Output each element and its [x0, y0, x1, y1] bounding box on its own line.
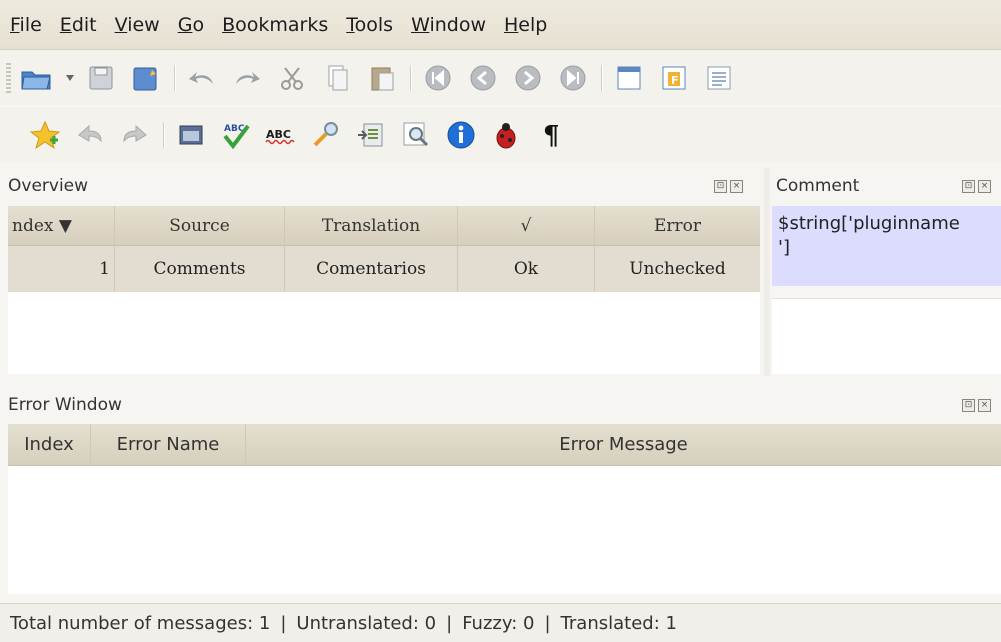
pilcrow-icon[interactable]: ¶	[534, 118, 568, 152]
document-lines-icon[interactable]	[702, 61, 736, 95]
cell-error: Unchecked	[629, 259, 726, 279]
column-header-check[interactable]: √	[458, 206, 595, 245]
float-panel-icon[interactable]: ⊡	[962, 180, 975, 193]
fuzzy-count: 0	[523, 612, 535, 634]
column-header-error-index[interactable]: Index	[8, 424, 91, 465]
untranslated-count: 0	[424, 612, 437, 634]
close-panel-icon[interactable]: ×	[730, 180, 743, 193]
translated-count: 1	[665, 612, 677, 634]
open-folder-icon[interactable]	[19, 61, 53, 95]
cut-icon[interactable]	[275, 61, 309, 95]
error-window-title: Error Window	[8, 395, 122, 415]
menu-tools[interactable]: Tools	[346, 14, 393, 36]
zoom-search-icon[interactable]	[399, 118, 433, 152]
glossary-icon[interactable]	[354, 118, 388, 152]
table-row[interactable]: 1 Comments Comentarios Ok Unchecked	[8, 246, 760, 292]
menu-window[interactable]: Window	[411, 14, 486, 36]
menubar: File Edit View Go Bookmarks Tools Window…	[0, 0, 1001, 50]
cell-source: Comments	[115, 246, 285, 292]
last-entry-icon[interactable]	[556, 61, 590, 95]
next-bookmark-icon[interactable]	[118, 118, 152, 152]
svg-text:ABC: ABC	[266, 128, 291, 141]
overview-title: Overview	[8, 176, 89, 196]
overview-table: ndex ▼ Source Translation √ Error 1 Comm…	[8, 206, 760, 374]
open-dropdown-icon[interactable]	[64, 61, 76, 95]
column-header-translation[interactable]: Translation	[285, 206, 458, 245]
status-separator: |	[280, 612, 287, 634]
total-label: Total number of messages:	[10, 612, 254, 634]
column-header-index[interactable]: ndex ▼	[8, 206, 115, 245]
menu-edit[interactable]: Edit	[60, 14, 97, 36]
cell-translation: Comentarios	[285, 246, 458, 292]
toolbar-separator	[601, 64, 603, 91]
comment-title: Comment	[776, 176, 860, 196]
menu-bookmarks[interactable]: Bookmarks	[222, 14, 328, 36]
toolbar-grip[interactable]	[6, 62, 11, 93]
first-entry-icon[interactable]	[421, 61, 455, 95]
float-panel-icon[interactable]: ⊡	[962, 399, 975, 412]
fuzzy-label: Fuzzy:	[462, 612, 518, 634]
paste-icon[interactable]	[365, 61, 399, 95]
undo-icon[interactable]	[185, 61, 219, 95]
comment-text: $string['pluginname ']	[772, 206, 1001, 286]
close-panel-icon[interactable]: ×	[978, 180, 991, 193]
column-header-source[interactable]: Source	[115, 206, 285, 245]
menu-file[interactable]: File	[10, 14, 42, 36]
cell-index: 1	[8, 246, 115, 292]
svg-text:¶: ¶	[543, 121, 560, 150]
main-toolbar: F	[0, 50, 1001, 105]
comment-dock-buttons: ⊡ ×	[962, 180, 991, 193]
status-separator: |	[544, 612, 551, 634]
spellcheck-underline-icon[interactable]: ABC	[264, 118, 298, 152]
untranslated-label: Untranslated:	[296, 612, 419, 634]
window-icon[interactable]	[174, 118, 208, 152]
spellcheck-icon[interactable]: ABC	[219, 118, 253, 152]
translated-label: Translated:	[560, 612, 660, 634]
toolbar-separator	[410, 64, 412, 91]
column-header-error[interactable]: Error	[595, 206, 760, 245]
bookmark-star-icon[interactable]	[28, 118, 62, 152]
secondary-toolbar: ABC ABC ¶	[0, 107, 1001, 162]
copy-icon[interactable]	[320, 61, 354, 95]
error-window-dock-buttons: ⊡ ×	[962, 399, 991, 412]
error-table: Index Error Name Error Message	[8, 424, 1001, 594]
info-icon[interactable]	[444, 118, 478, 152]
menu-go[interactable]: Go	[178, 14, 204, 36]
save-as-icon[interactable]	[129, 61, 163, 95]
redo-icon[interactable]	[230, 61, 264, 95]
previous-entry-icon[interactable]	[466, 61, 500, 95]
overview-dock-buttons: ⊡ ×	[714, 180, 743, 193]
overview-table-header: ndex ▼ Source Translation √ Error	[8, 206, 760, 246]
cell-check: Ok	[458, 246, 595, 292]
menu-view[interactable]: View	[115, 14, 160, 36]
float-panel-icon[interactable]: ⊡	[714, 180, 727, 193]
total-count: 1	[258, 612, 271, 634]
fuzzy-icon[interactable]: F	[657, 61, 691, 95]
next-entry-icon[interactable]	[511, 61, 545, 95]
status-bar: Total number of messages: 1 | Untranslat…	[0, 603, 1001, 642]
previous-bookmark-icon[interactable]	[73, 118, 107, 152]
bug-icon[interactable]	[489, 118, 523, 152]
close-panel-icon[interactable]: ×	[978, 399, 991, 412]
status-separator: |	[446, 612, 453, 634]
column-header-error-name[interactable]: Error Name	[91, 424, 246, 465]
svg-text:F: F	[671, 74, 679, 87]
error-table-header: Index Error Name Error Message	[8, 424, 1001, 466]
column-header-error-message[interactable]: Error Message	[246, 424, 1001, 465]
find-replace-icon[interactable]	[309, 118, 343, 152]
new-document-icon[interactable]	[612, 61, 646, 95]
toolbar-separator	[163, 121, 165, 148]
comment-lower-area	[772, 298, 1001, 374]
toolbar-separator	[174, 64, 176, 91]
save-icon[interactable]	[84, 61, 118, 95]
menu-help[interactable]: Help	[504, 14, 547, 36]
panel-splitter[interactable]	[764, 168, 770, 376]
